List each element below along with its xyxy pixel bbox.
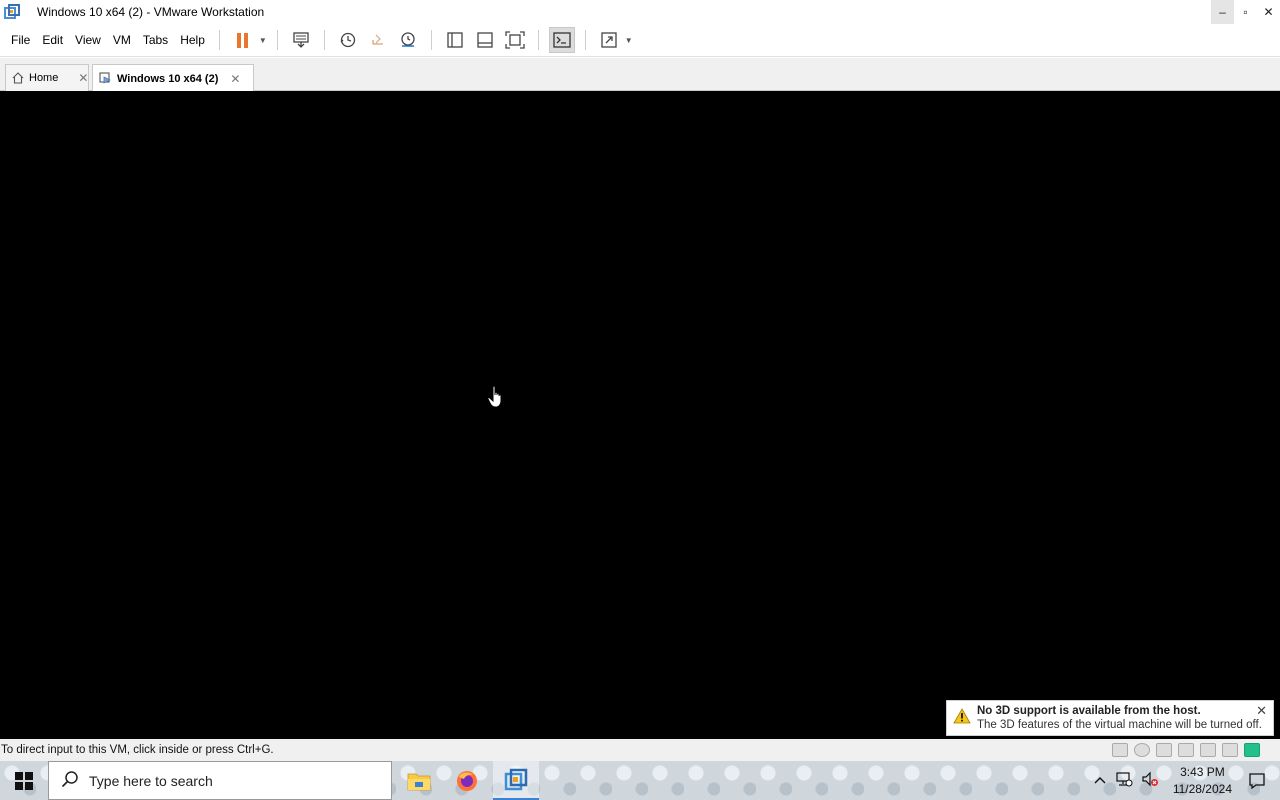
full-screen-button[interactable] xyxy=(502,27,528,53)
send-ctrl-alt-del-button[interactable] xyxy=(288,27,314,53)
console-view-icon xyxy=(553,32,571,48)
hand-cursor-icon xyxy=(487,385,505,412)
notification-close-icon[interactable]: ✕ xyxy=(1256,703,1267,719)
host-taskbar: Type here to search 3:43 PM 11/28/2024 xyxy=(0,761,1280,800)
toolbar-separator xyxy=(430,30,432,50)
snapshot-icon xyxy=(340,32,355,48)
pause-icon xyxy=(237,32,249,48)
title-bar: Windows 10 x64 (2) - VMware Workstation … xyxy=(0,0,1280,24)
stretch-dropdown-icon[interactable]: ▼ xyxy=(625,36,633,45)
revert-snapshot-button[interactable] xyxy=(365,27,391,53)
search-placeholder: Type here to search xyxy=(89,772,213,789)
taskbar-search-box[interactable]: Type here to search xyxy=(48,761,392,800)
vmware-app-icon[interactable] xyxy=(4,4,20,20)
minimize-button[interactable]: – xyxy=(1211,0,1234,24)
usb-controller-icon[interactable] xyxy=(1178,743,1194,757)
toolbar-separator xyxy=(276,30,278,50)
action-center-button[interactable] xyxy=(1242,772,1272,790)
network-adapter-icon[interactable] xyxy=(1156,743,1172,757)
taskbar-clock[interactable]: 3:43 PM 11/28/2024 xyxy=(1173,764,1232,798)
notifications-icon xyxy=(1249,772,1265,789)
snapshot-manager-icon xyxy=(401,32,415,47)
tab-home[interactable]: Home ✕ xyxy=(5,64,89,91)
toolbar-separator xyxy=(584,30,586,50)
cd-dvd-icon[interactable] xyxy=(1134,743,1150,757)
pause-button[interactable] xyxy=(230,27,256,53)
clock-time: 3:43 PM xyxy=(1180,764,1225,779)
menu-edit[interactable]: Edit xyxy=(36,33,69,47)
status-text: To direct input to this VM, click inside… xyxy=(1,744,274,756)
thumbnail-bar-button[interactable] xyxy=(472,27,498,53)
menu-view[interactable]: View xyxy=(69,33,107,47)
notification-title: No 3D support is available from the host… xyxy=(977,705,1201,717)
network-icon[interactable] xyxy=(1115,771,1133,790)
maximize-button[interactable]: ▫ xyxy=(1234,0,1257,24)
file-explorer-icon xyxy=(407,773,431,790)
vm-tab-icon xyxy=(99,72,112,85)
library-view-icon xyxy=(447,32,463,48)
console-view-button[interactable] xyxy=(548,27,575,53)
windows-logo-icon xyxy=(15,771,33,790)
snapshot-manager-button[interactable] xyxy=(395,27,421,53)
close-button[interactable]: ✕ xyxy=(1257,0,1280,24)
status-bar: To direct input to this VM, click inside… xyxy=(0,739,1280,761)
full-screen-icon xyxy=(505,31,525,49)
warning-icon xyxy=(953,708,971,727)
display-icon[interactable] xyxy=(1222,743,1238,757)
pause-dropdown-icon[interactable]: ▼ xyxy=(259,36,267,45)
stretch-guest-button[interactable] xyxy=(596,27,622,53)
revert-snapshot-icon xyxy=(372,34,383,45)
menu-toolbar: File Edit View VM Tabs Help ▼ ▼ xyxy=(0,24,1280,57)
stretch-icon xyxy=(601,32,617,48)
toolbar-separator xyxy=(218,30,220,50)
window-title: Windows 10 x64 (2) - VMware Workstation xyxy=(37,5,265,19)
toolbar-separator xyxy=(323,30,325,50)
no-3d-support-notification[interactable]: No 3D support is available from the host… xyxy=(946,700,1274,736)
tab-bar: Home ✕ Windows 10 x64 (2) ✕ xyxy=(0,58,1280,92)
tab-home-close-icon[interactable]: ✕ xyxy=(78,71,88,85)
tab-home-label: Home xyxy=(29,72,59,84)
system-tray: 3:43 PM 11/28/2024 xyxy=(1089,761,1280,800)
taskbar-file-explorer[interactable] xyxy=(396,761,442,800)
tab-vm-label: Windows 10 x64 (2) xyxy=(117,72,219,85)
notification-content: No 3D support is available from the host… xyxy=(977,704,1262,733)
menu-file[interactable]: File xyxy=(5,33,36,47)
hard-disk-icon[interactable] xyxy=(1112,743,1128,757)
volume-muted-icon[interactable] xyxy=(1141,771,1159,790)
menu-vm[interactable]: VM xyxy=(107,33,137,47)
device-status-icons xyxy=(1112,743,1260,757)
search-icon xyxy=(61,770,79,791)
toolbar-separator xyxy=(537,30,539,50)
show-library-button[interactable] xyxy=(442,27,468,53)
tab-vm-close-icon[interactable]: ✕ xyxy=(230,72,240,86)
take-snapshot-button[interactable] xyxy=(335,27,361,53)
send-ctrl-alt-del-icon xyxy=(293,32,309,48)
start-button[interactable] xyxy=(0,761,48,800)
sound-card-icon[interactable] xyxy=(1200,743,1216,757)
vm-console[interactable] xyxy=(0,91,1280,739)
show-hidden-icons-chevron-icon[interactable] xyxy=(1093,773,1107,788)
firefox-icon xyxy=(457,770,477,791)
taskbar-vmware-workstation[interactable] xyxy=(493,761,539,800)
menu-help[interactable]: Help xyxy=(174,33,211,47)
taskbar-firefox[interactable] xyxy=(444,761,490,800)
home-icon xyxy=(12,72,24,84)
message-log-icon[interactable] xyxy=(1244,743,1260,757)
vmware-workstation-icon xyxy=(504,768,528,790)
thumbnail-bar-icon xyxy=(477,32,493,48)
clock-date: 11/28/2024 xyxy=(1172,781,1232,796)
notification-body: The 3D features of the virtual machine w… xyxy=(977,719,1262,731)
tab-windows-10-vm[interactable]: Windows 10 x64 (2) ✕ xyxy=(92,64,254,92)
menu-tabs[interactable]: Tabs xyxy=(137,33,174,47)
